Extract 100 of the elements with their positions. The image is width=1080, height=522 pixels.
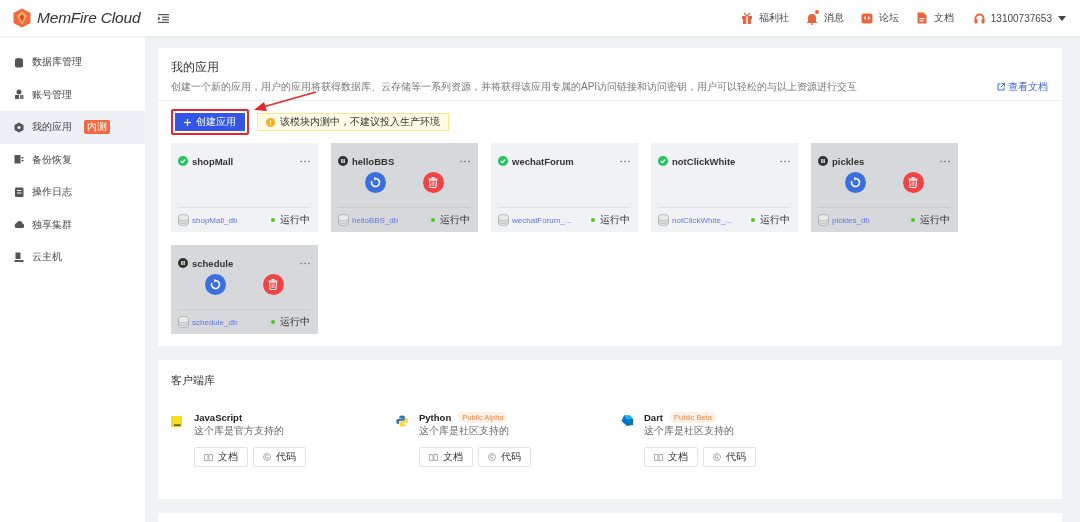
- restart-button[interactable]: [364, 172, 386, 193]
- panel-title: 我的应用: [171, 60, 220, 75]
- app-name: wechatForum: [512, 155, 575, 167]
- external-link-icon: [997, 83, 1005, 91]
- app-state: 运行中: [280, 315, 310, 329]
- code-circle-icon: [488, 453, 496, 461]
- sidebar-item[interactable]: 云主机: [0, 241, 145, 274]
- account-icon: [14, 89, 24, 101]
- app-state: 运行中: [440, 213, 470, 227]
- app-card[interactable]: helloBBS helloBBS_db 运行中: [331, 143, 478, 232]
- code-button[interactable]: 代码: [478, 447, 531, 467]
- docs-button[interactable]: 文档: [419, 447, 473, 467]
- cloud-icon: [14, 219, 24, 231]
- delete-button[interactable]: [262, 274, 284, 295]
- running-dot-icon: [271, 320, 275, 324]
- sidebar-item[interactable]: 独享集群: [0, 208, 145, 241]
- library-name: JavaScript: [194, 412, 243, 423]
- view-docs-link[interactable]: 查看文档: [997, 80, 1048, 94]
- pause-status-icon: [178, 258, 188, 268]
- more-options-icon[interactable]: [460, 159, 470, 163]
- dart-logo-icon: [621, 415, 633, 427]
- more-options-icon[interactable]: [300, 261, 310, 265]
- computer-icon: [14, 251, 24, 263]
- book-icon: [654, 453, 663, 461]
- caret-down-icon: [1058, 15, 1066, 21]
- code-button[interactable]: 代码: [253, 447, 306, 467]
- sidebar-item[interactable]: 数据库管理: [0, 46, 145, 79]
- app-name: helloBBS: [352, 155, 396, 167]
- more-options-icon[interactable]: [940, 159, 950, 163]
- database-icon: [178, 316, 189, 328]
- app-card[interactable]: pickles pickles_db 运行中: [811, 143, 958, 232]
- database-link[interactable]: notClickWhite_...: [672, 215, 748, 225]
- app-card[interactable]: wechatForum wechatForum_... 运行中: [491, 143, 638, 232]
- database-icon: [498, 214, 509, 226]
- bell-icon: [805, 11, 818, 25]
- docs-button[interactable]: 文档: [194, 447, 248, 467]
- docs-button[interactable]: 文档: [644, 447, 698, 467]
- app-name: schedule: [192, 257, 235, 269]
- menu-collapse-icon[interactable]: [158, 13, 169, 23]
- create-app-button[interactable]: 创建应用: [175, 113, 245, 131]
- running-dot-icon: [911, 218, 915, 222]
- restart-button[interactable]: [204, 274, 226, 295]
- more-options-icon[interactable]: [300, 159, 310, 163]
- js-logo-icon: [171, 416, 182, 427]
- running-dot-icon: [431, 218, 435, 222]
- sidebar-item[interactable]: 备份恢复: [0, 143, 145, 176]
- refresh-icon: [849, 177, 861, 188]
- sidebar-item[interactable]: 我的应用 内测: [0, 111, 145, 144]
- code-button[interactable]: 代码: [703, 447, 756, 467]
- library-name: Dart: [644, 412, 663, 423]
- refresh-icon: [209, 279, 221, 290]
- pause-status-icon: [338, 156, 348, 166]
- user-menu[interactable]: 13100737653: [973, 12, 1066, 24]
- app-card[interactable]: schedule schedule_db 运行中: [171, 245, 318, 334]
- database-icon: [14, 56, 24, 68]
- delete-button[interactable]: [902, 172, 924, 193]
- check-status-icon: [498, 156, 508, 166]
- header-link[interactable]: 福利社: [740, 11, 789, 25]
- plus-icon: [184, 118, 191, 126]
- app-state: 运行中: [280, 213, 310, 227]
- brand-name: MemFire Cloud: [37, 9, 141, 27]
- database-link[interactable]: wechatForum_...: [512, 215, 588, 225]
- log-icon: [14, 186, 24, 198]
- delete-button[interactable]: [422, 172, 444, 193]
- app-name: pickles: [832, 155, 866, 167]
- app-card[interactable]: notClickWhite notClickWhite_... 运行中: [651, 143, 798, 232]
- book-icon: [204, 453, 213, 461]
- library-description: 这个库是社区支持的: [644, 424, 735, 438]
- app-name: notClickWhite: [672, 155, 737, 167]
- header-link[interactable]: 论坛: [860, 11, 899, 25]
- trash-icon: [428, 177, 438, 188]
- restart-button[interactable]: [844, 172, 866, 193]
- sidebar-item[interactable]: 操作日志: [0, 176, 145, 209]
- header-link[interactable]: 文档: [915, 11, 954, 25]
- database-icon: [818, 214, 829, 226]
- app-card[interactable]: shopMall shopMall_db 运行中: [171, 143, 318, 232]
- flame-logo-icon: [13, 8, 31, 28]
- app-name: shopMall: [192, 155, 235, 167]
- database-icon: [658, 214, 669, 226]
- warning-notice: 该模块内测中，不建议投入生产环境: [257, 113, 449, 131]
- warning-icon: [266, 117, 275, 127]
- running-dot-icon: [751, 218, 755, 222]
- trash-icon: [268, 279, 278, 290]
- more-options-icon[interactable]: [620, 159, 630, 163]
- running-dot-icon: [271, 218, 275, 222]
- gift-icon: [740, 11, 753, 25]
- hexagon-icon: [14, 121, 24, 133]
- header-link[interactable]: 消息: [805, 11, 844, 25]
- app-state: 运行中: [600, 213, 630, 227]
- database-link[interactable]: shopMall_db: [192, 215, 268, 225]
- python-logo-icon: [396, 415, 408, 427]
- more-options-icon[interactable]: [780, 159, 790, 163]
- database-icon: [338, 214, 349, 226]
- headset-icon: [973, 12, 985, 24]
- library-name: Python: [419, 412, 452, 423]
- backup-icon: [14, 154, 24, 166]
- sidebar-item[interactable]: 账号管理: [0, 78, 145, 111]
- library-description: 这个库是官方支持的: [194, 424, 285, 438]
- panel-title: 客户端库: [171, 374, 216, 388]
- app-state: 运行中: [920, 213, 950, 227]
